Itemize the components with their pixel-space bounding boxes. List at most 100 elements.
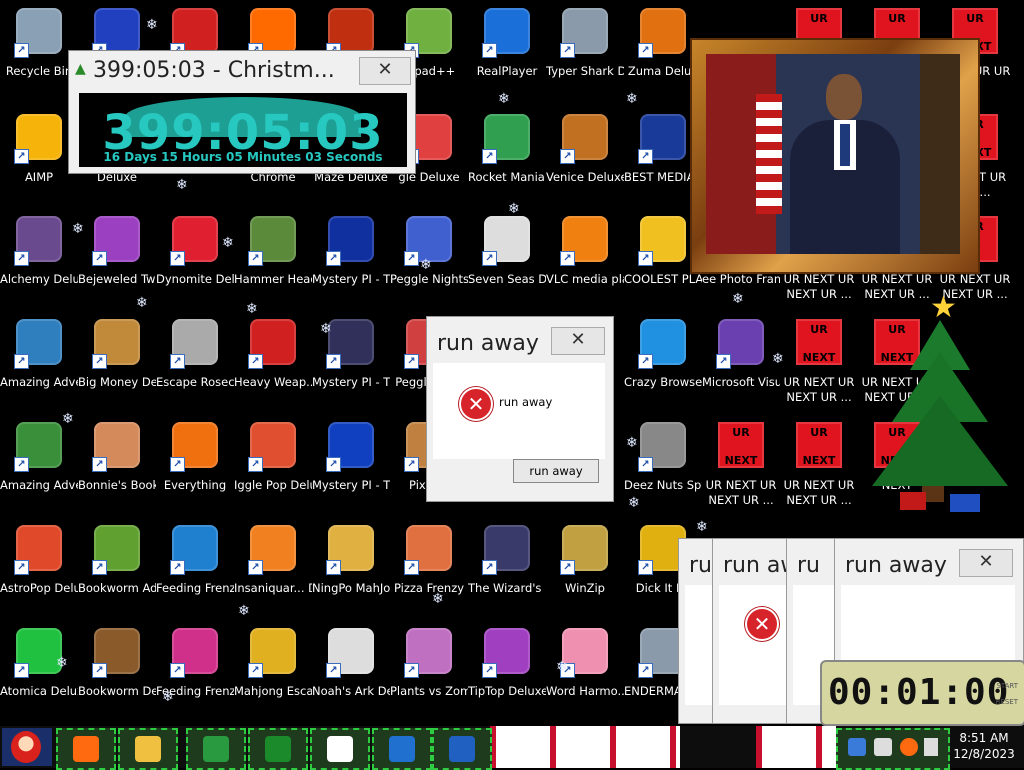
- desktop-icon-mystery-pi-the-vegas[interactable]: ↗ Mystery PI - The Vegas...: [312, 416, 390, 512]
- desktop-icon-amazing-adventur[interactable]: ↗ Amazing Adventur...: [0, 416, 78, 512]
- desktop-icon-crazy-browser[interactable]: ↗ Crazy Browser: [624, 313, 702, 409]
- desktop-icon-feeding-frenzy[interactable]: ↗ Feeding Frenzy...: [156, 519, 234, 615]
- candy-stripe-decoration: [756, 726, 836, 768]
- desktop-icon-mahjong-escape[interactable]: ↗ Mahjong Escape ...: [234, 622, 312, 718]
- firefox-tray-icon[interactable]: [900, 738, 918, 756]
- shortcut-arrow-icon: ↗: [170, 251, 185, 266]
- desktop-icon-label: Mahjong Escape ...: [234, 684, 312, 698]
- desktop-icon-seven-seas-deluxe[interactable]: ↗ Seven Seas Deluxe: [468, 210, 546, 306]
- desktop-icon-bookworm-adventur[interactable]: ↗ Bookworm Adventur...: [78, 519, 156, 615]
- taskbar-button-christmas-tree[interactable]: [248, 728, 308, 770]
- desktop-icon-venice-deluxe[interactable]: ↗ Venice Deluxe: [546, 108, 624, 204]
- santa-icon: [11, 731, 41, 763]
- system-tray[interactable]: [836, 728, 950, 770]
- astropop-deluxe-icon: ↗: [14, 525, 62, 575]
- crazy-browser-icon: ↗: [638, 319, 686, 369]
- desktop-icon-label: Bookworm Adventur...: [78, 581, 156, 595]
- taskbar-button-notepad[interactable]: [310, 728, 370, 770]
- desktop-icon-insaniquar-deluxe[interactable]: ↗ Insaniquar... Deluxe: [234, 519, 312, 615]
- desktop-icon-ur-next[interactable]: UR NEXT UR NEXT UR NEXT UR ...: [780, 416, 858, 512]
- network-icon[interactable]: [874, 738, 892, 756]
- desktop-icon-bookworm-deluxe[interactable]: ↗ Bookworm Deluxe: [78, 622, 156, 718]
- desktop-icon-rocket-mania-deluxe[interactable]: ↗ Rocket Mania Deluxe: [468, 108, 546, 204]
- desktop-icon-bejeweled-twist[interactable]: ↗ Bejeweled Twist: [78, 210, 156, 306]
- desktop-icon-astropop-deluxe[interactable]: ↗ AstroPop Deluxe: [0, 519, 78, 615]
- stopwatch-start-label[interactable]: START: [996, 682, 1018, 690]
- desktop-icon-everything[interactable]: ↗ Everything: [156, 416, 234, 512]
- taskbar-button-chrome[interactable]: [186, 728, 246, 770]
- taskbar-button-firefox[interactable]: [56, 728, 116, 770]
- desktop-icon-escape-rosecl[interactable]: ↗ Escape Rosecl...: [156, 313, 234, 409]
- desktop-icon-ur-next[interactable]: UR NEXT UR NEXT UR NEXT UR ...: [702, 416, 780, 512]
- desktop-icon-ur-next[interactable]: UR NEXT UR NEXT UR NEXT UR ...: [780, 313, 858, 409]
- desktop-icon-noah-s-ark-deluxe[interactable]: ↗ Noah's Ark Deluxe: [312, 622, 390, 718]
- desktop-icon-aimp[interactable]: ↗ AIMP: [0, 108, 78, 204]
- chrome-icon: [203, 736, 229, 762]
- desktop-icon-vlc-media-player[interactable]: ↗ VLC media player: [546, 210, 624, 306]
- taskbar-clock[interactable]: 8:51 AM 12/8/2023: [946, 730, 1022, 766]
- desktop-icon-pizza-frenzy[interactable]: ↗ Pizza Frenzy: [390, 519, 468, 615]
- desktop-icon-ningpo-mahjo[interactable]: ↗ NingPo MahJo...: [312, 519, 390, 615]
- taskbar-button-browser-globe[interactable]: [372, 728, 432, 770]
- iggle-pop-deluxe-icon: ↗: [248, 422, 296, 472]
- run-away-button[interactable]: run away: [513, 459, 599, 483]
- shortcut-arrow-icon: ↗: [14, 663, 29, 678]
- dynomite-deluxe-icon: ↗: [170, 216, 218, 266]
- shortcut-arrow-icon: ↗: [170, 457, 185, 472]
- run-away-dialog[interactable]: run away ✕ ✕ run away run away: [426, 316, 614, 502]
- stopwatch-reset-label[interactable]: RESET: [996, 698, 1018, 706]
- stack-dialog-close-button[interactable]: ✕: [959, 549, 1013, 577]
- desktop-icon-hammer-heads-deluxe[interactable]: ↗ Hammer Heads Deluxe: [234, 210, 312, 306]
- speaker-icon[interactable]: [848, 738, 866, 756]
- desktop-icon-label: Big Money Deluxe: [78, 375, 156, 389]
- shortcut-arrow-icon: ↗: [638, 43, 653, 58]
- desktop-icon-microsoft-visual-stud[interactable]: ↗ Microsoft Visual Stud...: [702, 313, 780, 409]
- browser-globe-icon: [389, 736, 415, 762]
- feeding-frenzy-icon: ↗: [170, 525, 218, 575]
- christmas-countdown-window[interactable]: ▲ 399:05:03 - Christm... ✕ 399:05:03 16 …: [68, 50, 416, 174]
- stopwatch-widget[interactable]: 00:01:00 START RESET: [820, 660, 1024, 726]
- seven-seas-deluxe-icon: ↗: [482, 216, 530, 266]
- run-away-message: run away: [499, 395, 553, 409]
- desktop-icon-realplayer[interactable]: ↗ RealPlayer: [468, 2, 546, 98]
- tepad-icon: ↗: [404, 8, 452, 58]
- flag-tray-icon[interactable]: [924, 738, 938, 756]
- desktop-icon-heavy-weap[interactable]: ↗ Heavy Weap...: [234, 313, 312, 409]
- countdown-close-button[interactable]: ✕: [359, 57, 411, 85]
- desktop-icon-alchemy-deluxe[interactable]: ↗ Alchemy Deluxe: [0, 210, 78, 306]
- desktop-icon-iggle-pop-deluxe[interactable]: ↗ Iggle Pop Deluxe: [234, 416, 312, 512]
- desktop-icon-big-money-deluxe[interactable]: ↗ Big Money Deluxe: [78, 313, 156, 409]
- desktop-icon-amazing-adventur[interactable]: ↗ Amazing Adventur...: [0, 313, 78, 409]
- feeding-frenzy-deluxe-icon: ↗: [170, 628, 218, 678]
- desktop-icon-the-wizard-s-pen[interactable]: ↗ The Wizard's Pen: [468, 519, 546, 615]
- desktop-icon-label: Heavy Weap...: [234, 375, 312, 389]
- desktop-icon-tiptop-deluxe[interactable]: ↗ TipTop Deluxe: [468, 622, 546, 718]
- big-money-deluxe-icon: ↗: [92, 319, 140, 369]
- desktop-icon-label: Atomica Deluxe: [0, 684, 78, 698]
- desktop-icon-label: Microsoft Visual Stud...: [702, 375, 780, 389]
- desktop-icon-mystery-pi-the-lotter[interactable]: ↗ Mystery PI - The Lotter...: [312, 210, 390, 306]
- desktop-icon-typer-shark-deluxe[interactable]: ↗ Typer Shark Deluxe: [546, 2, 624, 98]
- ur-next-icon: URNEXT: [796, 422, 842, 468]
- taskbar-button-network-computer[interactable]: [432, 728, 492, 770]
- shortcut-arrow-icon: ↗: [14, 354, 29, 369]
- snowflake-icon: ❄: [498, 91, 510, 107]
- desktop-icon-label: Seven Seas Deluxe: [468, 272, 546, 286]
- zuma-delux-icon: ↗: [638, 8, 686, 58]
- shortcut-arrow-icon: ↗: [248, 251, 263, 266]
- desktop-icon-label: RealPlayer: [476, 64, 538, 78]
- desktop-icon-label: The Wizard's Pen: [468, 581, 546, 595]
- photo-frame-widget[interactable]: [690, 38, 980, 274]
- desktop-icon-label: VLC media player: [546, 272, 624, 286]
- start-button[interactable]: [2, 728, 52, 766]
- desktop: ↗ Recycle Bin ↗ AIMP ↗ Alchemy Deluxe ↗ Amazing…: [0, 0, 1024, 726]
- countdown-titlebar[interactable]: ▲ 399:05:03 - Christm... ✕: [69, 51, 415, 91]
- desktop-icon-bonnie-s-booksto[interactable]: ↗ Bonnie's Booksto...: [78, 416, 156, 512]
- desktop-icon-dynomite-deluxe[interactable]: ↗ Dynomite Deluxe: [156, 210, 234, 306]
- desktop-icon-plants-vs-zombies[interactable]: ↗ Plants vs Zombies: [390, 622, 468, 718]
- taskbar-button-file-explorer[interactable]: [118, 728, 178, 770]
- stopwatch-time: 00:01:00: [828, 672, 1010, 713]
- desktop-icon-recycle-bin[interactable]: ↗ Recycle Bin: [0, 2, 78, 98]
- run-away-dialog-close-button[interactable]: ✕: [551, 327, 605, 355]
- desktop-icon-winzip[interactable]: ↗ WinZip: [546, 519, 624, 615]
